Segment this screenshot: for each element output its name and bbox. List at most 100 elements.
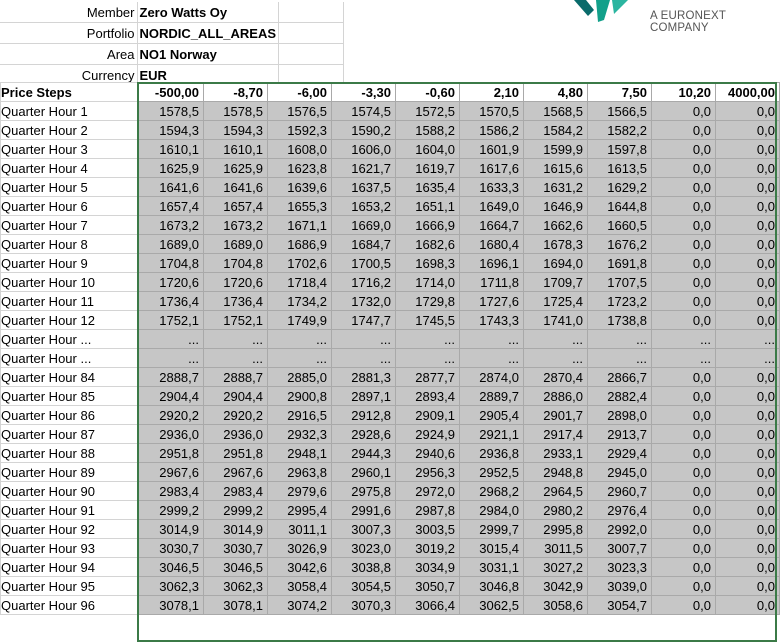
volume-cell[interactable]: 0,0 [715, 386, 780, 406]
volume-cell[interactable]: 0,0 [651, 310, 716, 330]
volume-cell[interactable]: 1633,3 [459, 177, 524, 197]
volume-cell[interactable]: 2940,6 [395, 443, 460, 463]
volume-cell[interactable]: 2952,5 [459, 462, 524, 482]
volume-cell[interactable]: 1644,8 [587, 196, 652, 216]
volume-cell[interactable]: 1714,0 [395, 272, 460, 292]
volume-cell[interactable]: 2983,4 [203, 481, 268, 501]
volume-cell[interactable]: 2963,8 [267, 462, 332, 482]
volume-cell[interactable]: 3007,7 [587, 538, 652, 558]
volume-cell[interactable]: 0,0 [651, 386, 716, 406]
price-step-header[interactable]: 2,10 [459, 82, 524, 102]
volume-cell[interactable]: 3054,7 [587, 595, 652, 615]
volume-cell[interactable]: 3046,5 [203, 557, 268, 577]
volume-cell[interactable]: 0,0 [715, 177, 780, 197]
volume-cell[interactable]: 0,0 [651, 196, 716, 216]
volume-cell[interactable]: 0,0 [715, 253, 780, 273]
volume-cell[interactable]: 1657,4 [137, 196, 204, 216]
volume-cell[interactable]: 0,0 [651, 234, 716, 254]
volume-cell[interactable]: 2967,6 [203, 462, 268, 482]
volume-cell[interactable]: 0,0 [651, 557, 716, 577]
volume-cell[interactable]: 1662,6 [523, 215, 588, 235]
volume-cell[interactable]: 1621,7 [331, 158, 396, 178]
volume-cell[interactable]: 0,0 [715, 367, 780, 387]
member-label[interactable]: Member [0, 2, 138, 23]
volume-cell[interactable]: 2999,7 [459, 519, 524, 539]
volume-cell[interactable]: 1572,5 [395, 101, 460, 121]
volume-cell[interactable]: 2968,2 [459, 481, 524, 501]
volume-cell[interactable]: 1704,8 [137, 253, 204, 273]
area-value[interactable]: NO1 Norway [137, 43, 280, 65]
volume-cell[interactable]: 1736,4 [137, 291, 204, 311]
volume-cell[interactable]: 2913,7 [587, 424, 652, 444]
quarter-hour-label[interactable]: Quarter Hour 3 [0, 139, 138, 159]
volume-cell[interactable]: 1606,0 [331, 139, 396, 159]
volume-cell[interactable]: 1653,2 [331, 196, 396, 216]
empty-cell[interactable] [278, 2, 345, 23]
volume-cell[interactable]: 2983,4 [137, 481, 204, 501]
volume-cell[interactable]: 2972,0 [395, 481, 460, 501]
volume-cell[interactable]: 3038,8 [331, 557, 396, 577]
volume-cell[interactable]: 0,0 [651, 595, 716, 615]
volume-cell[interactable]: 1601,9 [459, 139, 524, 159]
price-step-header[interactable]: -6,00 [267, 82, 332, 102]
volume-cell[interactable]: 2888,7 [203, 367, 268, 387]
volume-cell[interactable]: 2976,4 [587, 500, 652, 520]
volume-cell[interactable]: 1709,7 [523, 272, 588, 292]
volume-cell[interactable]: 1594,3 [137, 120, 204, 140]
volume-cell[interactable]: 3023,3 [587, 557, 652, 577]
volume-cell[interactable]: 2920,2 [203, 405, 268, 425]
volume-cell[interactable]: 1617,6 [459, 158, 524, 178]
volume-cell[interactable]: 1720,6 [137, 272, 204, 292]
volume-cell[interactable]: 3015,4 [459, 538, 524, 558]
volume-cell[interactable]: ... [651, 329, 716, 349]
volume-cell[interactable]: ... [395, 329, 460, 349]
volume-cell[interactable]: 0,0 [651, 367, 716, 387]
volume-cell[interactable]: 0,0 [651, 139, 716, 159]
volume-cell[interactable]: ... [587, 329, 652, 349]
volume-cell[interactable]: 0,0 [651, 462, 716, 482]
volume-cell[interactable]: 2900,8 [267, 386, 332, 406]
quarter-hour-label[interactable]: Quarter Hour 4 [0, 158, 138, 178]
volume-cell[interactable]: 3014,9 [203, 519, 268, 539]
volume-cell[interactable]: 3050,7 [395, 576, 460, 596]
volume-cell[interactable]: 2901,7 [523, 405, 588, 425]
volume-cell[interactable]: 2964,5 [523, 481, 588, 501]
volume-cell[interactable]: 1574,5 [331, 101, 396, 121]
volume-cell[interactable]: 1660,5 [587, 215, 652, 235]
area-label[interactable]: Area [0, 43, 138, 65]
volume-cell[interactable]: 1686,9 [267, 234, 332, 254]
volume-cell[interactable]: 3027,2 [523, 557, 588, 577]
volume-cell[interactable]: 0,0 [715, 405, 780, 425]
price-step-header[interactable]: 4,80 [523, 82, 588, 102]
volume-cell[interactable]: 1738,8 [587, 310, 652, 330]
volume-cell[interactable]: 2948,1 [267, 443, 332, 463]
volume-cell[interactable]: 1741,0 [523, 310, 588, 330]
volume-cell[interactable]: ... [651, 348, 716, 368]
volume-cell[interactable]: 2928,6 [331, 424, 396, 444]
volume-cell[interactable]: 1716,2 [331, 272, 396, 292]
volume-cell[interactable]: 1576,5 [267, 101, 332, 121]
quarter-hour-label[interactable]: Quarter Hour 11 [0, 291, 138, 311]
quarter-hour-label[interactable]: Quarter Hour 86 [0, 405, 138, 425]
volume-cell[interactable]: 0,0 [715, 196, 780, 216]
volume-cell[interactable]: 2889,7 [459, 386, 524, 406]
volume-cell[interactable]: 3030,7 [203, 538, 268, 558]
volume-cell[interactable]: ... [267, 348, 332, 368]
portfolio-label[interactable]: Portfolio [0, 22, 138, 44]
volume-cell[interactable]: 1597,8 [587, 139, 652, 159]
volume-cell[interactable]: 1641,6 [137, 177, 204, 197]
volume-cell[interactable]: ... [715, 329, 780, 349]
volume-cell[interactable]: 0,0 [651, 158, 716, 178]
volume-cell[interactable]: 1723,2 [587, 291, 652, 311]
volume-cell[interactable]: 1689,0 [203, 234, 268, 254]
volume-cell[interactable]: 3058,6 [523, 595, 588, 615]
volume-cell[interactable]: 0,0 [715, 215, 780, 235]
volume-cell[interactable]: 2904,4 [137, 386, 204, 406]
volume-cell[interactable]: 0,0 [715, 139, 780, 159]
volume-cell[interactable]: ... [395, 348, 460, 368]
volume-cell[interactable]: 3046,5 [137, 557, 204, 577]
volume-cell[interactable]: 1727,6 [459, 291, 524, 311]
volume-cell[interactable]: 2951,8 [137, 443, 204, 463]
volume-cell[interactable]: ... [267, 329, 332, 349]
volume-cell[interactable]: 1691,8 [587, 253, 652, 273]
